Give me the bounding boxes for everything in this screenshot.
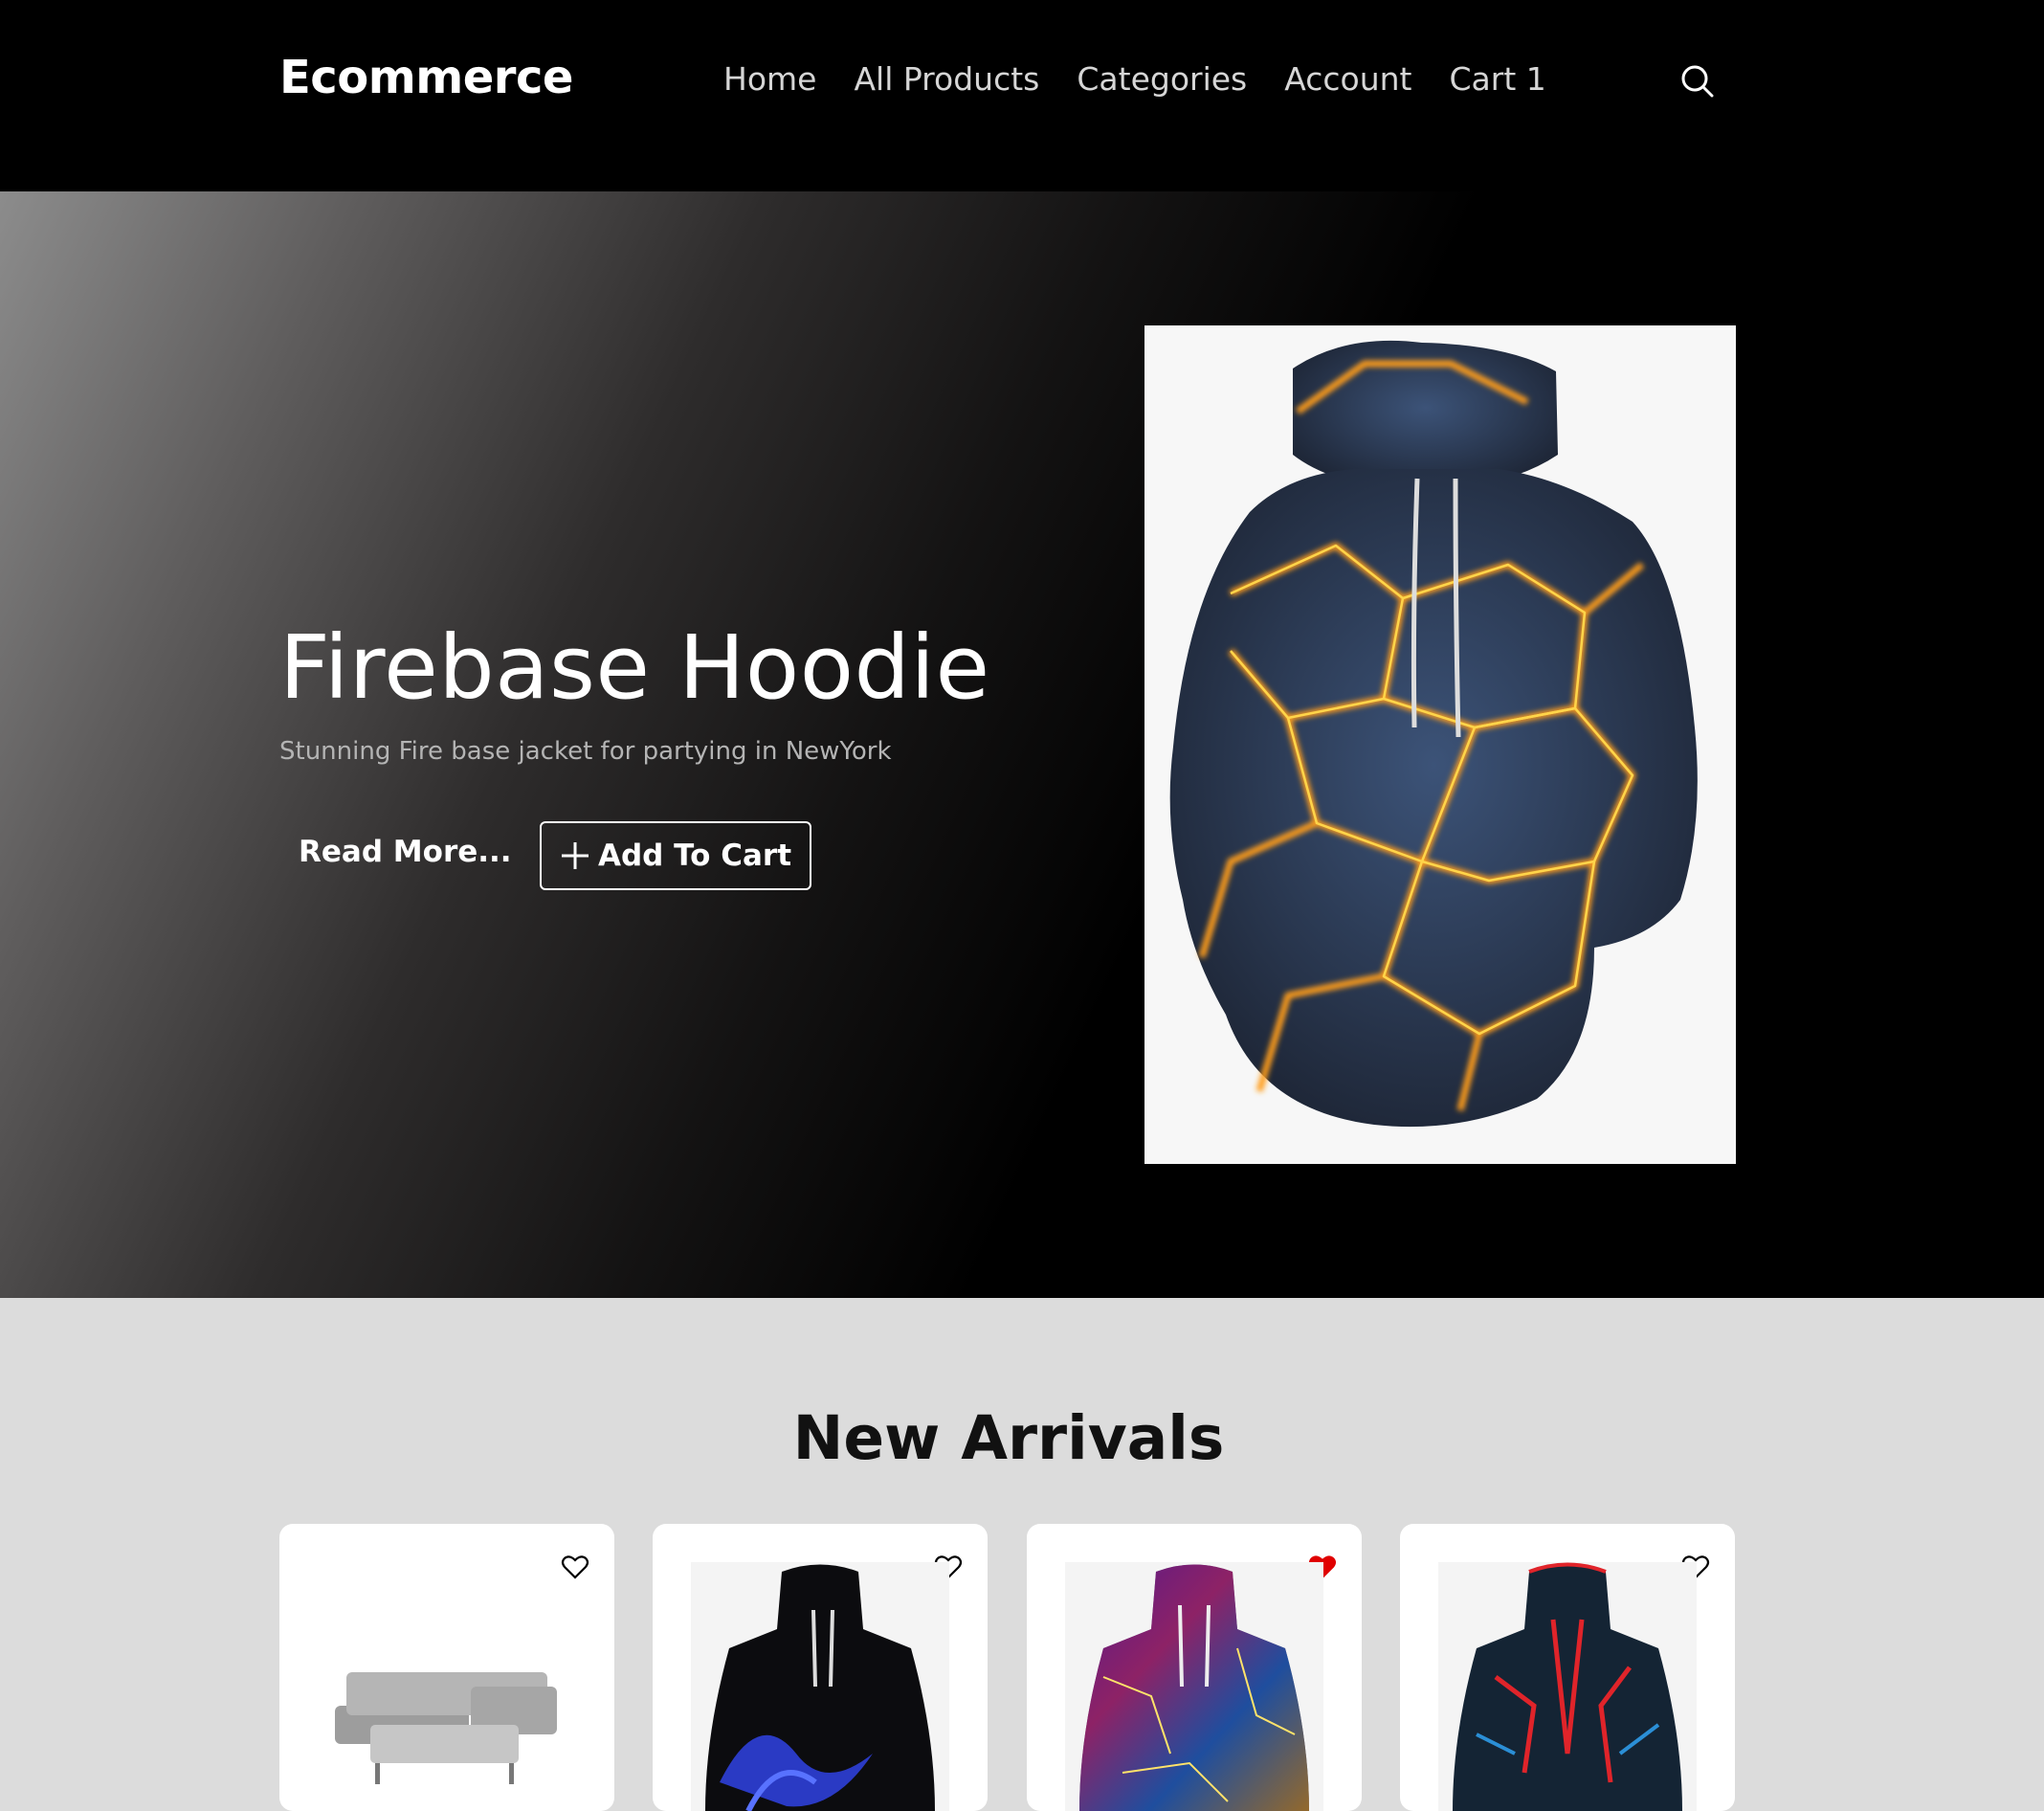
nav-categories[interactable]: Categories [1077, 60, 1247, 98]
product-card[interactable] [1400, 1524, 1735, 1811]
hero-title: Firebase Hoodie [279, 616, 990, 719]
product-image [691, 1562, 949, 1811]
product-image [1438, 1562, 1697, 1811]
hero-subtitle: Stunning Fire base jacket for partying i… [279, 737, 892, 766]
product-card[interactable] [279, 1524, 614, 1811]
main-nav: Home All Products Categories Account Car… [723, 60, 1584, 98]
nav-cart[interactable]: Cart 1 [1449, 60, 1545, 98]
hero-banner: Firebase Hoodie Stunning Fire base jacke… [0, 191, 2044, 1298]
hero-product-image [1144, 325, 1736, 1164]
product-image [335, 1672, 557, 1784]
add-to-cart-button[interactable]: Add To Cart [540, 821, 811, 890]
search-icon[interactable] [1680, 61, 1715, 100]
nav-home[interactable]: Home [723, 60, 816, 98]
section-title-new-arrivals: New Arrivals [792, 1403, 1225, 1473]
add-to-cart-label: Add To Cart [597, 838, 792, 873]
nav-all-products[interactable]: All Products [854, 60, 1039, 98]
nav-account[interactable]: Account [1284, 60, 1411, 98]
product-image [1065, 1562, 1323, 1811]
product-card[interactable] [1027, 1524, 1362, 1811]
site-logo[interactable]: Ecommerce [279, 51, 573, 104]
site-header: Ecommerce Home All Products Categories A… [0, 0, 2044, 191]
read-more-link[interactable]: Read More... [299, 835, 512, 869]
product-card[interactable] [653, 1524, 988, 1811]
plus-icon [561, 842, 589, 869]
